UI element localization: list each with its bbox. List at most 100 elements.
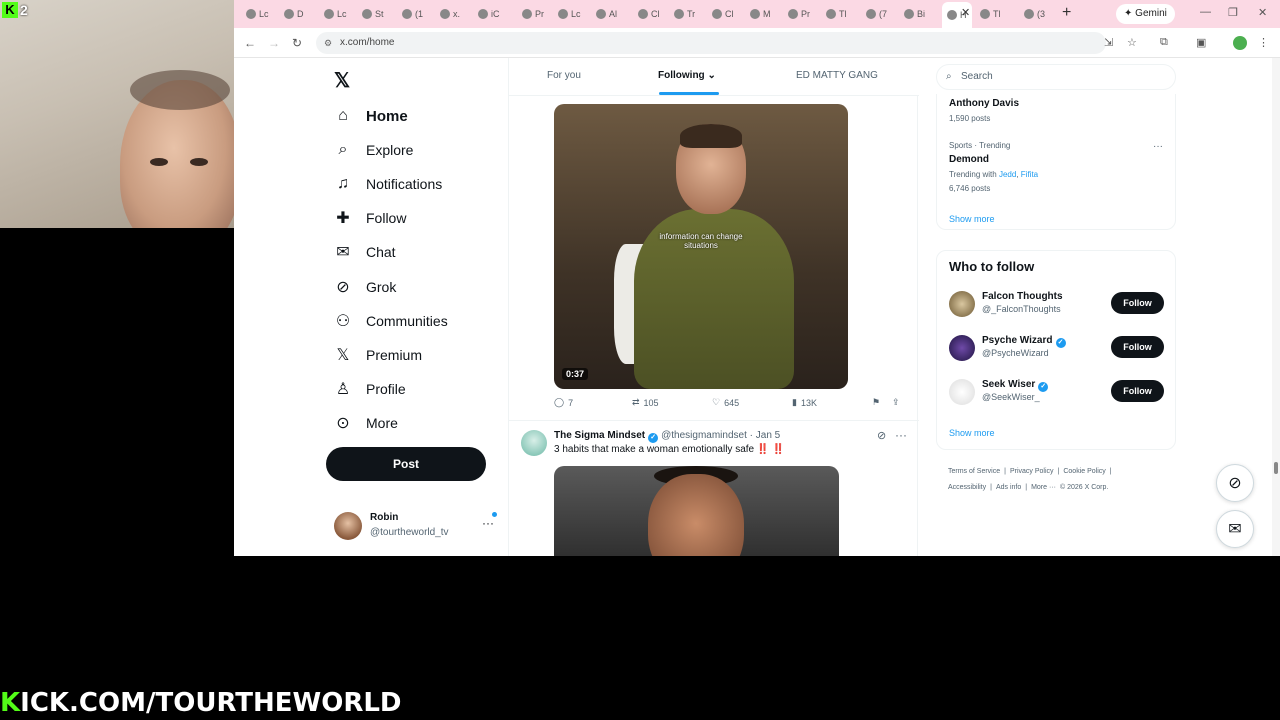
nav-item-communities[interactable]: ⚇ Communities <box>334 308 448 334</box>
follow-button[interactable]: Follow <box>1111 380 1164 402</box>
reply-button[interactable]: ◯ 7 <box>554 397 573 408</box>
page-scrollbar[interactable] <box>1272 58 1280 556</box>
tab-ed-matty-gang[interactable]: ED MATTY GANG <box>796 70 878 81</box>
browser-tab[interactable]: Bi <box>904 5 926 23</box>
browser-menu-icon[interactable]: ⋮ <box>1258 36 1269 49</box>
bookmark-star-icon[interactable]: ☆ <box>1127 36 1137 49</box>
browser-profile-avatar[interactable] <box>1233 36 1247 50</box>
browser-tab[interactable]: x. <box>440 5 462 23</box>
show-more-link[interactable]: Show more <box>949 428 995 438</box>
browser-tab[interactable]: Tr <box>674 5 696 23</box>
nav-item-grok[interactable]: ⊘ Grok <box>334 274 396 300</box>
footer-link[interactable]: Accessibility <box>948 484 986 491</box>
browser-tab[interactable]: (7 <box>866 5 888 23</box>
nav-item-home[interactable]: ⌂ Home <box>334 103 408 129</box>
trend-link[interactable]: Jedd <box>999 170 1016 179</box>
like-button[interactable]: ♡ 645 <box>712 397 739 408</box>
avatar[interactable] <box>949 335 975 361</box>
browser-tab[interactable]: (3 <box>1024 5 1046 23</box>
browser-tab[interactable]: Lc <box>558 5 581 23</box>
views-button[interactable]: ▮ 13K <box>792 397 817 408</box>
search-input[interactable]: ⌕ Search <box>936 64 1176 90</box>
footer-link[interactable]: Terms of Service <box>948 468 1000 475</box>
share-icon[interactable]: ⇪ <box>892 397 900 408</box>
avatar[interactable] <box>521 430 547 456</box>
footer-link[interactable]: Privacy Policy <box>1010 468 1054 475</box>
tab-for-you[interactable]: For you <box>547 70 581 81</box>
follow-button[interactable]: Follow <box>1111 292 1164 314</box>
browser-tab[interactable]: Pr <box>788 5 810 23</box>
nav-item-profile[interactable]: ♙ Profile <box>334 376 406 402</box>
browser-tab[interactable]: M <box>750 5 772 23</box>
browser-tab[interactable]: Cl <box>712 5 734 23</box>
scrollbar-thumb[interactable] <box>1274 462 1278 474</box>
grok-button[interactable]: ⊘ <box>1216 464 1254 502</box>
follow-suggestion[interactable]: Falcon Thoughts @_FalconThoughts Follow <box>949 291 1167 321</box>
browser-tab[interactable]: Tl <box>980 5 1002 23</box>
browser-tab[interactable]: Lc <box>324 5 347 23</box>
forward-icon[interactable]: → <box>268 36 280 50</box>
tab-following[interactable]: Following ⌄ <box>658 70 716 81</box>
trend-title[interactable]: Demond <box>949 154 989 165</box>
extensions-icon[interactable]: ⧉ <box>1160 36 1168 49</box>
browser-tab[interactable]: Pr <box>522 5 544 23</box>
avatar[interactable] <box>949 379 975 405</box>
tab-close-icon[interactable]: ✕ <box>961 6 970 19</box>
footer-link[interactable]: © 2026 X Corp. <box>1060 484 1108 491</box>
nav-item-notifications[interactable]: ♫ Notifications <box>334 171 442 197</box>
more-dots-icon[interactable]: ··· <box>895 428 907 442</box>
gemini-button[interactable]: ✦ Gemini <box>1116 4 1175 24</box>
x-logo-icon[interactable]: 𝕏 <box>334 68 350 93</box>
repost-button[interactable]: ⇄ 105 <box>632 397 659 408</box>
eye-left <box>150 158 168 166</box>
nav-item-chat[interactable]: ✉ Chat <box>334 239 395 265</box>
new-tab-button[interactable]: + <box>1062 4 1071 22</box>
tweet-video[interactable] <box>554 466 839 556</box>
tweet-video[interactable]: information can change situations 0:37 <box>554 104 848 389</box>
back-icon[interactable]: ← <box>244 36 256 50</box>
browser-tab[interactable]: Tl <box>826 5 848 23</box>
show-more-link[interactable]: Show more <box>949 214 995 224</box>
nav-item-more[interactable]: ⊙ More <box>334 410 398 436</box>
follow-button[interactable]: Follow <box>1111 336 1164 358</box>
mail-icon: ✉ <box>1228 521 1242 538</box>
browser-tab[interactable]: (1 <box>402 5 424 23</box>
follow-suggestion[interactable]: Psyche Wizard ✓ @PsycheWizard Follow <box>949 335 1167 365</box>
restore-icon[interactable]: ❐ <box>1228 6 1238 19</box>
follow-suggestion[interactable]: Seek Wiser ✓ @SeekWiser_ Follow <box>949 379 1167 409</box>
bell-icon: ♫ <box>337 175 349 192</box>
more-dots-icon[interactable]: ··· <box>1153 141 1163 152</box>
browser-tab[interactable]: Lc <box>246 5 269 23</box>
grok-icon[interactable]: ⊘ <box>877 429 886 442</box>
url-field[interactable]: ⚙ x.com/home <box>316 32 1106 54</box>
footer-link[interactable]: More ··· <box>1031 484 1056 491</box>
trend-title[interactable]: Anthony Davis <box>949 98 1019 109</box>
browser-tab[interactable]: iC <box>478 5 500 23</box>
split-view-icon[interactable]: ▣ <box>1196 36 1206 49</box>
tweet-author[interactable]: The Sigma Mindset ✓ @thesigmamindset · Jan… <box>554 430 780 443</box>
gemini-icon: ✦ <box>1124 8 1136 19</box>
tab-label: Lc <box>337 9 347 19</box>
account-switcher[interactable]: Robin @tourtheworld_tv ··· <box>334 510 502 544</box>
install-app-icon[interactable]: ⇲ <box>1104 36 1113 49</box>
browser-tab[interactable]: St <box>362 5 384 23</box>
browser-tab[interactable]: D <box>284 5 306 23</box>
nav-item-premium[interactable]: 𝕏 Premium <box>334 342 422 368</box>
nav-item-explore[interactable]: ⌕ Explore <box>334 137 414 163</box>
footer-link[interactable]: Cookie Policy <box>1063 468 1105 475</box>
avatar[interactable] <box>949 291 975 317</box>
footer-link[interactable]: Ads info <box>996 484 1021 491</box>
messages-button[interactable]: ✉ <box>1216 510 1254 548</box>
bookmark-icon[interactable]: ⚑ <box>872 397 880 408</box>
tab-favicon-icon <box>826 9 836 19</box>
reload-icon[interactable]: ↻ <box>292 36 302 50</box>
close-window-icon[interactable]: ✕ <box>1258 6 1267 19</box>
browser-tab[interactable]: Al <box>596 5 618 23</box>
trend-link[interactable]: Fifita <box>1021 170 1038 179</box>
trend-post-count: 1,590 posts <box>949 114 991 123</box>
site-info-icon[interactable]: ⚙ <box>324 32 332 54</box>
post-button[interactable]: Post <box>326 447 486 481</box>
minimize-icon[interactable]: — <box>1200 6 1211 18</box>
nav-item-follow[interactable]: ✚ Follow <box>334 205 406 231</box>
browser-tab[interactable]: Cl <box>638 5 660 23</box>
